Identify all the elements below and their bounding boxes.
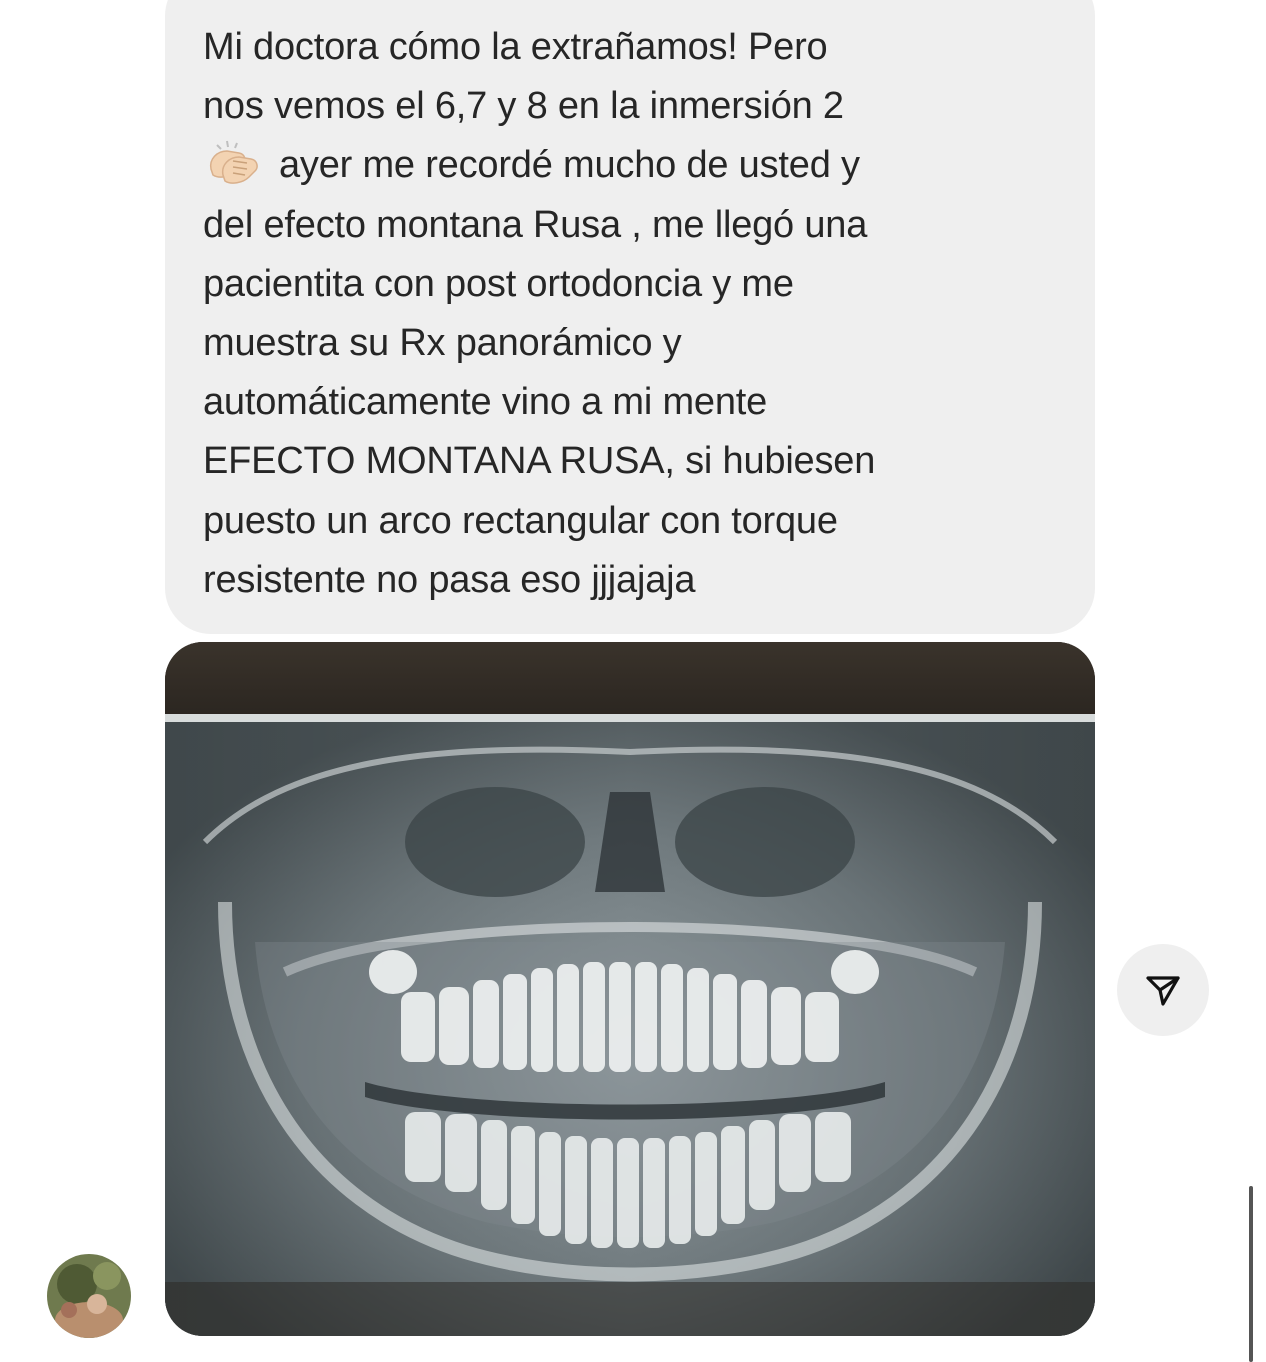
message-line-4: del efecto montana Rusa , me llegó una bbox=[203, 203, 868, 246]
message-line-9: puesto un arco rectangular con torque bbox=[203, 499, 838, 542]
panoramic-xray-image bbox=[165, 642, 1095, 1336]
message-line-10: resistente no pasa eso jjjajaja bbox=[203, 558, 696, 601]
xray-photo-attachment[interactable] bbox=[165, 642, 1095, 1336]
scrollbar[interactable] bbox=[1249, 1186, 1253, 1362]
message-text: Mi doctora cómo la extrañamos! Pero nos … bbox=[203, 18, 1055, 610]
share-button[interactable] bbox=[1117, 944, 1209, 1036]
message-line-2: nos vemos el 6,7 y 8 en la inmersión 2 bbox=[203, 85, 844, 128]
chat-thread: Mi doctora cómo la extrañamos! Pero nos … bbox=[0, 0, 1266, 1362]
message-bubble[interactable]: Mi doctora cómo la extrañamos! Pero nos … bbox=[165, 0, 1095, 634]
message-line-7: automáticamente vino a mi mente bbox=[203, 381, 768, 424]
message-line-5: pacientita con post ortodoncia y me bbox=[203, 262, 794, 305]
message-line-1: Mi doctora cómo la extrañamos! Pero bbox=[203, 26, 828, 68]
message-line-3: ayer me recordé mucho de usted y bbox=[279, 144, 860, 187]
sender-avatar[interactable] bbox=[47, 1254, 131, 1338]
clapping-hands-icon bbox=[203, 139, 265, 185]
user-avatar-icon bbox=[47, 1254, 131, 1338]
message-line-8: EFECTO MONTANA RUSA, si hubiesen bbox=[203, 440, 876, 483]
message-line-6: muestra su Rx panorámico y bbox=[203, 322, 682, 365]
send-icon bbox=[1146, 976, 1180, 1006]
